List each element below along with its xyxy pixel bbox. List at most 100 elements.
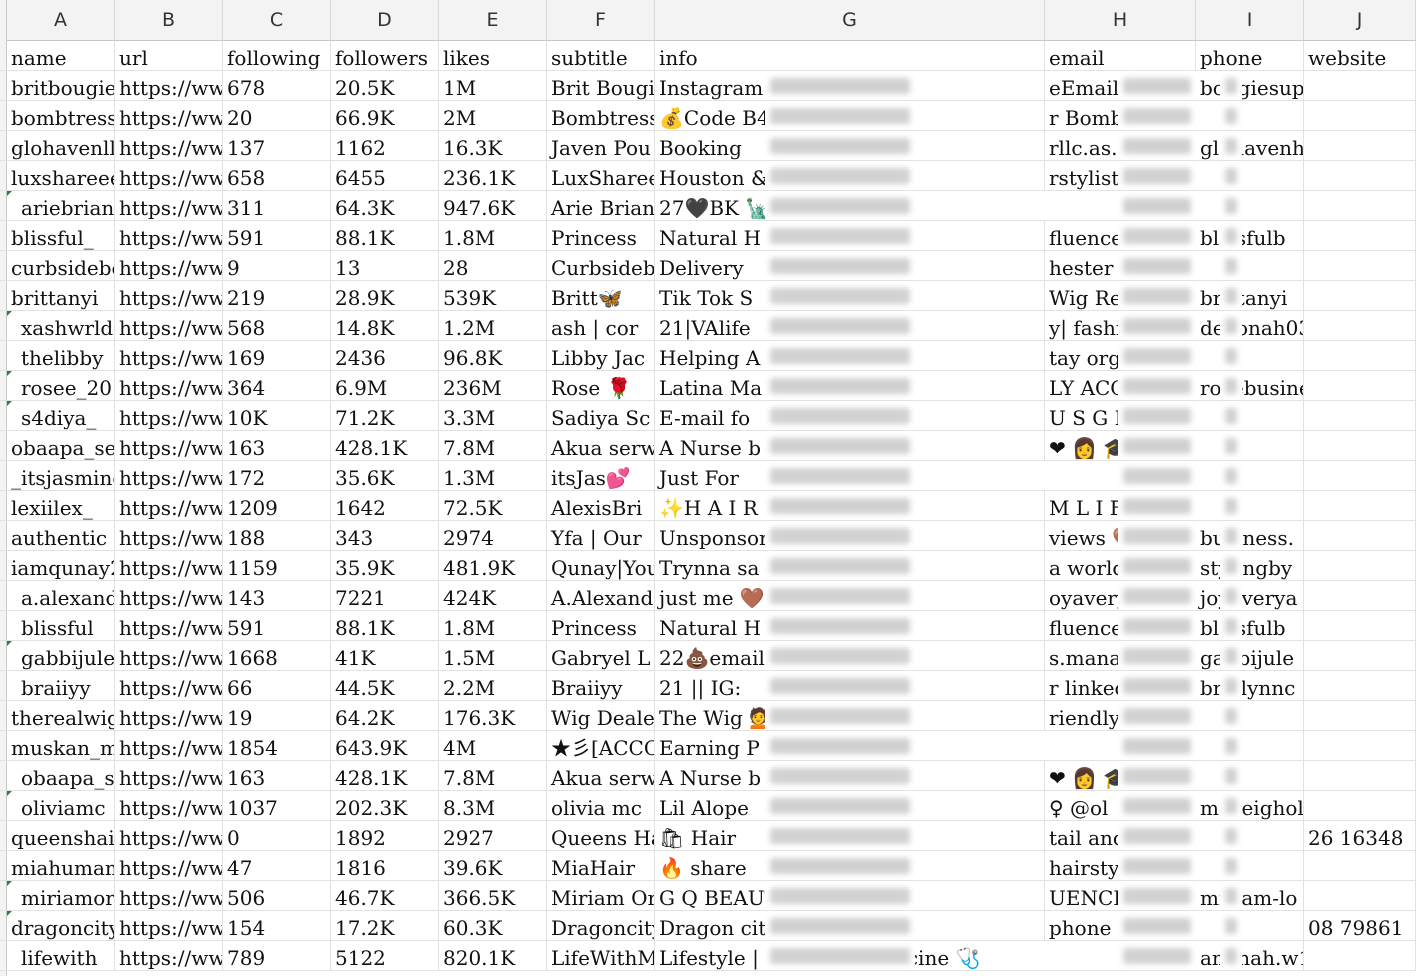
cell-e[interactable]: 2.2M <box>439 671 547 700</box>
cell-i[interactable]: bougiesupp <box>1196 71 1304 100</box>
cell-e[interactable]: 1.2M <box>439 311 547 340</box>
cell-j[interactable] <box>1304 161 1416 190</box>
column-header-b[interactable]: B <box>115 0 223 41</box>
cell-a[interactable]: bombtress <box>7 101 115 130</box>
cell-i[interactable] <box>1196 191 1304 220</box>
cell-e[interactable]: 7.8M <box>439 761 547 790</box>
cell-f[interactable]: Britt🦋 <box>547 281 655 310</box>
cell-b[interactable]: https://www.instagram.com <box>115 431 223 460</box>
cell-b[interactable]: https://www.instagram.com <box>115 761 223 790</box>
cell-i[interactable] <box>1196 731 1304 760</box>
header-cell-c[interactable]: following <box>223 41 331 70</box>
cell-d[interactable]: 14.8K <box>331 311 439 340</box>
cell-d[interactable]: 41K <box>331 641 439 670</box>
cell-f[interactable]: A.Alexand <box>547 581 655 610</box>
cell-a[interactable]: gabbijule <box>7 641 115 670</box>
cell-a[interactable]: blissful <box>7 611 115 640</box>
cell-f[interactable]: Princess <box>547 611 655 640</box>
cell-b[interactable]: https://www.instagram.com <box>115 611 223 640</box>
cell-f[interactable]: Bombtress <box>547 101 655 130</box>
cell-i[interactable] <box>1196 911 1304 940</box>
cell-c[interactable]: 19 <box>223 701 331 730</box>
cell-c[interactable]: 591 <box>223 611 331 640</box>
cell-i[interactable] <box>1196 761 1304 790</box>
cell-j[interactable] <box>1304 311 1416 340</box>
cell-c[interactable]: 1209 <box>223 491 331 520</box>
cell-c[interactable]: 311 <box>223 191 331 220</box>
cell-a[interactable]: a.alexandra <box>7 581 115 610</box>
cell-b[interactable]: https://www.instagram.com <box>115 71 223 100</box>
cell-f[interactable]: itsJas💕 <box>547 461 655 490</box>
cell-d[interactable]: 44.5K <box>331 671 439 700</box>
cell-d[interactable]: 1162 <box>331 131 439 160</box>
cell-e[interactable]: 96.8K <box>439 341 547 370</box>
cell-f[interactable]: Yfa | Our <box>547 521 655 550</box>
cell-b[interactable]: https://www.instagram.com <box>115 191 223 220</box>
cell-f[interactable]: ★彡[ACCOUNT <box>547 731 655 760</box>
cell-a[interactable]: iamqunay2 <box>7 551 115 580</box>
header-cell-b[interactable]: url <box>115 41 223 70</box>
cell-c[interactable]: 47 <box>223 851 331 880</box>
cell-i[interactable]: joyaverya <box>1196 581 1304 610</box>
cell-d[interactable]: 428.1K <box>331 761 439 790</box>
cell-i[interactable] <box>1196 821 1304 850</box>
cell-e[interactable]: 1M <box>439 71 547 100</box>
cell-e[interactable]: 236M <box>439 371 547 400</box>
cell-j[interactable] <box>1304 731 1416 760</box>
cell-f[interactable]: olivia mc <box>547 791 655 820</box>
cell-a[interactable]: dragoncity <box>7 911 115 940</box>
cell-c[interactable]: 1159 <box>223 551 331 580</box>
cell-j[interactable] <box>1304 281 1416 310</box>
cell-i[interactable]: gabbijule <box>1196 641 1304 670</box>
cell-i[interactable] <box>1196 851 1304 880</box>
cell-i[interactable]: brailynnc <box>1196 671 1304 700</box>
cell-j[interactable]: 26 16348 <box>1304 821 1416 850</box>
cell-d[interactable]: 28.9K <box>331 281 439 310</box>
cell-a[interactable]: rosee_20 <box>7 371 115 400</box>
cell-j[interactable] <box>1304 611 1416 640</box>
column-header-e[interactable]: E <box>439 0 547 41</box>
cell-d[interactable]: 46.7K <box>331 881 439 910</box>
column-header-d[interactable]: D <box>331 0 439 41</box>
cell-f[interactable]: ash | cor <box>547 311 655 340</box>
cell-f[interactable]: Princess <box>547 221 655 250</box>
cell-j[interactable] <box>1304 761 1416 790</box>
cell-a[interactable]: xashwrld <box>7 311 115 340</box>
cell-b[interactable]: https://www.instagram.com <box>115 941 223 970</box>
cell-j[interactable] <box>1304 671 1416 700</box>
cell-a[interactable]: s4diya_ <box>7 401 115 430</box>
cell-e[interactable]: 4M <box>439 731 547 760</box>
cell-e[interactable]: 7.8M <box>439 431 547 460</box>
cell-c[interactable]: 137 <box>223 131 331 160</box>
cell-e[interactable]: 16.3K <box>439 131 547 160</box>
cell-i[interactable]: mcveighol <box>1196 791 1304 820</box>
cell-a[interactable]: ariebriana <box>7 191 115 220</box>
cell-f[interactable]: Akua serwa <box>547 431 655 460</box>
cell-i[interactable]: stylingby <box>1196 551 1304 580</box>
cell-d[interactable]: 71.2K <box>331 401 439 430</box>
cell-a[interactable]: thelibby <box>7 341 115 370</box>
cell-d[interactable]: 20.5K <box>331 71 439 100</box>
cell-j[interactable] <box>1304 131 1416 160</box>
cell-c[interactable]: 20 <box>223 101 331 130</box>
cell-b[interactable]: https://www.instagram.com <box>115 101 223 130</box>
cell-c[interactable]: 143 <box>223 581 331 610</box>
header-cell-g[interactable]: info <box>655 41 1045 70</box>
header-cell-e[interactable]: likes <box>439 41 547 70</box>
cell-i[interactable] <box>1196 251 1304 280</box>
cell-c[interactable]: 9 <box>223 251 331 280</box>
cell-a[interactable]: oliviamc <box>7 791 115 820</box>
cell-d[interactable]: 5122 <box>331 941 439 970</box>
cell-e[interactable]: 8.3M <box>439 791 547 820</box>
cell-e[interactable]: 28 <box>439 251 547 280</box>
cell-d[interactable]: 343 <box>331 521 439 550</box>
cell-b[interactable]: https://www.instagram.com <box>115 581 223 610</box>
cell-f[interactable]: Dragoncity <box>547 911 655 940</box>
cell-e[interactable]: 2927 <box>439 821 547 850</box>
cell-e[interactable]: 3.3M <box>439 401 547 430</box>
cell-j[interactable] <box>1304 191 1416 220</box>
cell-a[interactable]: lexiilex_ <box>7 491 115 520</box>
cell-c[interactable]: 172 <box>223 461 331 490</box>
cell-a[interactable]: miahumanhair <box>7 851 115 880</box>
cell-b[interactable]: https://www.instagram.com <box>115 791 223 820</box>
